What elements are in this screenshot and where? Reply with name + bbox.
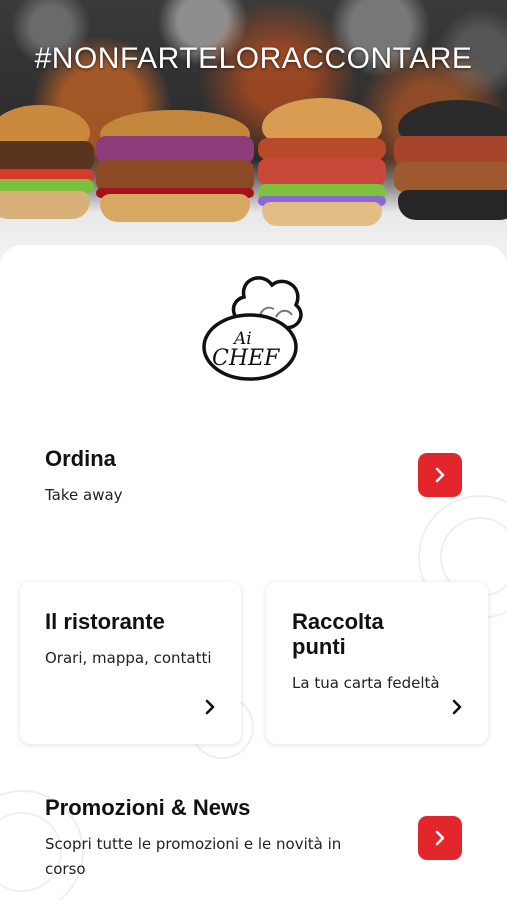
burger-image-3 — [258, 98, 386, 226]
loyalty-card-subtitle: La tua carta fedeltà — [292, 674, 440, 692]
burger-image-2 — [96, 110, 254, 222]
promo-subtitle-line2: corso — [45, 860, 86, 878]
hero-banner: #NONFARTELORACCONTARE — [0, 0, 507, 265]
order-subtitle: Take away — [45, 486, 123, 504]
promo-button[interactable] — [418, 816, 462, 860]
restaurant-card-subtitle: Orari, mappa, contatti — [45, 649, 212, 667]
home-sheet: Ai CHEF Ordina Take away Il ristorante O… — [0, 245, 507, 900]
burger-image-1 — [0, 105, 94, 220]
chevron-right-icon — [435, 830, 445, 846]
promo-section[interactable]: Promozioni & News Scopri tutte le promoz… — [0, 780, 507, 890]
order-section[interactable]: Ordina Take away — [0, 425, 507, 525]
chevron-right-icon — [435, 467, 445, 483]
hero-hashtag: #NONFARTELORACCONTARE — [34, 42, 473, 75]
logo-text-chef: CHEF — [212, 346, 280, 371]
chevron-right-icon[interactable] — [449, 699, 465, 715]
chevron-right-icon[interactable] — [202, 699, 218, 715]
promo-subtitle-line1: Scopri tutte le promozioni e le novità i… — [45, 835, 342, 853]
promo-title: Promozioni & News — [45, 795, 251, 820]
loyalty-card-title-line2: punti — [292, 634, 346, 659]
order-title: Ordina — [45, 446, 116, 471]
burger-image-4 — [394, 100, 507, 222]
loyalty-card[interactable]: Raccolta punti La tua carta fedeltà — [266, 582, 488, 744]
order-button[interactable] — [418, 453, 462, 497]
chef-hat-icon: Ai CHEF — [202, 276, 303, 381]
restaurant-card[interactable]: Il ristorante Orari, mappa, contatti — [20, 582, 241, 744]
ai-chef-logo: Ai CHEF — [200, 265, 310, 385]
restaurant-card-title: Il ristorante — [45, 609, 165, 634]
loyalty-card-title-line1: Raccolta — [292, 609, 384, 634]
